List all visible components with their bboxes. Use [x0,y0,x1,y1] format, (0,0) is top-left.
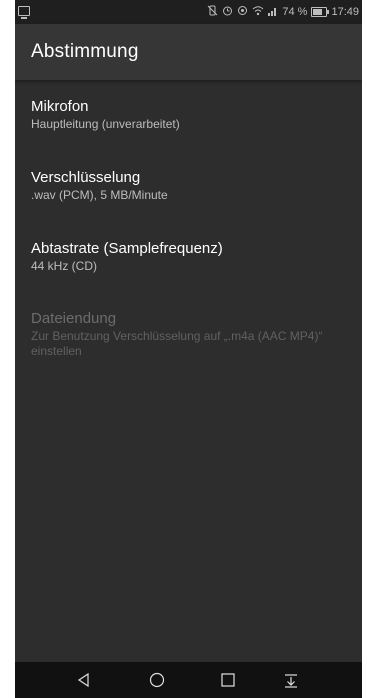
recents-icon [221,673,235,687]
toolbar: Abstimmung [15,24,362,80]
pref-title: Dateiendung [31,310,117,327]
alarm-icon [222,5,233,19]
pref-file-extension: Dateiendung Zur Benutzung Verschlüsselun… [31,310,351,359]
pref-sample-rate[interactable]: Abtastrate (Samplefrequenz) 44 kHz (CD) [31,240,351,274]
status-bar: 74 % 17:49 [15,0,362,24]
pref-microphone[interactable]: Mikrofon Hauptleitung (unverarbeitet) [31,98,351,132]
back-button[interactable] [64,662,104,698]
status-icons: 74 % 17:49 [207,5,359,19]
pref-title: Abtastrate (Samplefrequenz) [31,240,223,257]
notification-icon [18,6,30,19]
pref-summary: Hauptleitung (unverarbeitet) [31,117,180,131]
back-icon [77,672,89,688]
pref-summary: 44 kHz (CD) [31,259,98,273]
battery-fill [313,9,323,15]
home-icon [149,672,165,688]
clock: 17:49 [331,6,359,18]
pref-title: Verschlüsselung [31,169,141,186]
signal-icon [268,6,278,19]
recents-button[interactable] [208,662,248,698]
battery-icon [311,7,330,17]
battery-percent: 74 % [282,6,308,18]
pref-encoding[interactable]: Verschlüsselung .wav (PCM), 5 MB/Minute [31,169,351,203]
eye-comfort-icon [237,5,248,19]
pref-title: Mikrofon [31,98,89,115]
pref-summary: .wav (PCM), 5 MB/Minute [31,188,168,202]
pref-summary: Zur Benutzung Verschlüsselung auf „.m4a … [31,329,323,358]
phone-screen: 74 % 17:49 Abstimmung Mikrofon Hauptleit… [15,0,362,698]
notification-pull-icon [285,674,297,688]
home-button[interactable] [137,662,177,698]
page-title: Abstimmung [31,41,139,62]
navigation-bar [15,662,362,698]
notification-pull-button[interactable] [271,662,311,698]
wifi-icon [252,5,264,19]
vibrate-off-icon [207,5,218,19]
